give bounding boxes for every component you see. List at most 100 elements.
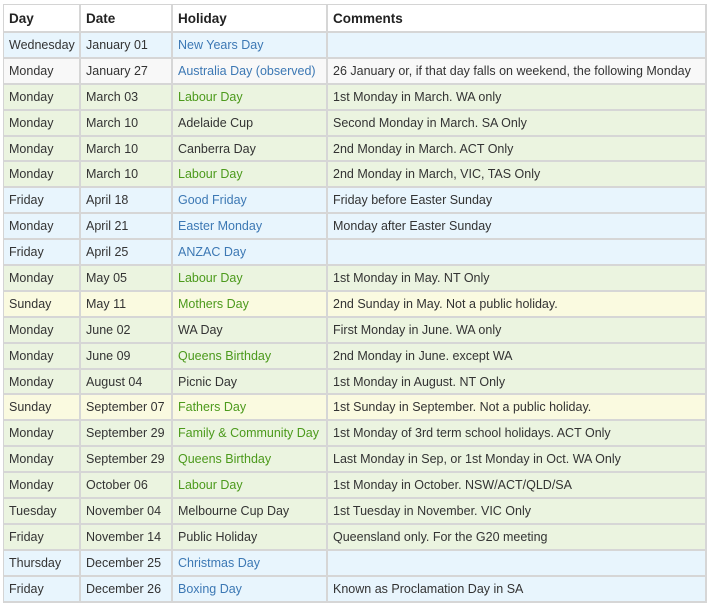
table-row: Tuesday November 04 Melbourne Cup Day 1st T… [4, 499, 707, 525]
cell-day: Monday [4, 421, 81, 448]
cell-date: March 10 [81, 110, 173, 137]
cell-date: March 03 [81, 84, 173, 111]
table-row: Sunday May 11 Mothers Day 2nd Sunday in May… [4, 291, 707, 318]
cell-holiday: Labour Day [173, 266, 328, 292]
cell-day: Wednesday [4, 33, 81, 59]
cell-holiday: Melbourne Cup Day [173, 499, 328, 525]
table-row: Monday September 29 Family & Community Day… [4, 421, 707, 448]
cell-date: November 14 [81, 524, 173, 551]
cell-comments: 1st Monday in March. WA only [328, 84, 707, 111]
table-row: Monday June 09 Queens Birthday 2nd Monday i… [4, 343, 707, 370]
cell-holiday: Adelaide Cup [173, 110, 328, 137]
cell-holiday: Queens Birthday [173, 343, 328, 370]
cell-date: October 06 [81, 473, 173, 500]
cell-day: Monday [4, 110, 81, 137]
cell-day: Sunday [4, 291, 81, 318]
cell-day: Friday [4, 576, 81, 603]
cell-day: Monday [4, 58, 81, 85]
table-row: Wednesday January 01 New Years Day [4, 33, 707, 59]
cell-holiday: Boxing Day [173, 576, 328, 603]
holidays-table: Day Date Holiday Comments Wednesday Janua… [3, 4, 707, 603]
cell-holiday: Easter Monday [173, 214, 328, 241]
header-row: Day Date Holiday Comments [4, 5, 707, 33]
cell-holiday: Labour Day [173, 473, 328, 500]
cell-day: Monday [4, 84, 81, 111]
cell-day: Friday [4, 524, 81, 551]
cell-day: Monday [4, 447, 81, 474]
header-day: Day [4, 5, 81, 33]
cell-comments: 2nd Monday in June. except WA [328, 343, 707, 370]
table-header: Day Date Holiday Comments [4, 5, 707, 33]
table-row: Monday March 10 Labour Day 2nd Monday in Ma… [4, 162, 707, 189]
table-row: Monday January 27 Australia Day (observed)… [4, 58, 707, 85]
table-row: Thursday December 25 Christmas Day [4, 550, 707, 577]
cell-comments: 1st Monday in October. NSW/ACT/QLD/SA [328, 473, 707, 500]
cell-holiday: Good Friday [173, 188, 328, 215]
cell-date: May 11 [81, 291, 173, 318]
header-date: Date [81, 5, 173, 33]
table-row: Monday October 06 Labour Day 1st Monday in … [4, 473, 707, 500]
table-row: Monday April 21 Easter Monday Monday after … [4, 214, 707, 241]
cell-holiday: Family & Community Day [173, 421, 328, 448]
cell-date: April 21 [81, 214, 173, 241]
cell-date: September 29 [81, 421, 173, 448]
header-holiday: Holiday [173, 5, 328, 33]
table-row: Monday May 05 Labour Day 1st Monday in May.… [4, 266, 707, 292]
cell-day: Friday [4, 240, 81, 267]
table-row: Friday December 26 Boxing Day Known as Proc… [4, 576, 707, 603]
cell-comments: 26 January or, if that day falls on week… [328, 58, 707, 85]
cell-date: January 01 [81, 33, 173, 59]
cell-holiday: Mothers Day [173, 291, 328, 318]
cell-comments: 1st Tuesday in November. VIC Only [328, 499, 707, 525]
table-row: Monday March 03 Labour Day 1st Monday in Ma… [4, 84, 707, 111]
cell-holiday: Queens Birthday [173, 447, 328, 474]
cell-day: Thursday [4, 550, 81, 577]
cell-date: September 29 [81, 447, 173, 474]
cell-comments: Queensland only. For the G20 meeting [328, 524, 707, 551]
table-row: Friday April 18 Good Friday Friday before E… [4, 188, 707, 215]
cell-day: Monday [4, 317, 81, 344]
cell-comments: 2nd Sunday in May. Not a public holiday. [328, 291, 707, 318]
table-row: Friday April 25 ANZAC Day [4, 240, 707, 267]
cell-comments: Friday before Easter Sunday [328, 188, 707, 215]
cell-date: August 04 [81, 369, 173, 396]
cell-day: Tuesday [4, 499, 81, 525]
cell-holiday: WA Day [173, 317, 328, 344]
cell-date: January 27 [81, 58, 173, 85]
cell-day: Monday [4, 343, 81, 370]
cell-date: May 05 [81, 266, 173, 292]
cell-comments: 2nd Monday in March. ACT Only [328, 136, 707, 163]
cell-date: September 07 [81, 395, 173, 422]
cell-date: April 18 [81, 188, 173, 215]
cell-holiday: New Years Day [173, 33, 328, 59]
cell-day: Monday [4, 162, 81, 189]
cell-holiday: Australia Day (observed) [173, 58, 328, 85]
cell-holiday: Labour Day [173, 162, 328, 189]
cell-day: Friday [4, 188, 81, 215]
cell-holiday: Christmas Day [173, 550, 328, 577]
cell-comments: Second Monday in March. SA Only [328, 110, 707, 137]
table-row: Monday March 10 Canberra Day 2nd Monday in … [4, 136, 707, 163]
cell-comments [328, 240, 707, 267]
cell-day: Monday [4, 136, 81, 163]
cell-comments: 1st Sunday in September. Not a public ho… [328, 395, 707, 422]
table-row: Monday August 04 Picnic Day 1st Monday in A… [4, 369, 707, 396]
cell-comments: Monday after Easter Sunday [328, 214, 707, 241]
cell-day: Monday [4, 369, 81, 396]
cell-day: Monday [4, 473, 81, 500]
table-row: Friday November 14 Public Holiday Queenslan… [4, 524, 707, 551]
cell-comments [328, 550, 707, 577]
cell-date: December 25 [81, 550, 173, 577]
cell-date: June 02 [81, 317, 173, 344]
table-row: Monday September 29 Queens Birthday Last Mo… [4, 447, 707, 474]
cell-comments: First Monday in June. WA only [328, 317, 707, 344]
cell-comments: 2nd Monday in March, VIC, TAS Only [328, 162, 707, 189]
table-row: Monday March 10 Adelaide Cup Second Monday … [4, 110, 707, 137]
table-row: Monday June 02 WA Day First Monday in June.… [4, 317, 707, 344]
cell-date: November 04 [81, 499, 173, 525]
cell-comments: 1st Monday in August. NT Only [328, 369, 707, 396]
table-body: Wednesday January 01 New Years Day Monday Ja… [4, 33, 707, 603]
cell-holiday: ANZAC Day [173, 240, 328, 267]
cell-comments: 1st Monday in May. NT Only [328, 266, 707, 292]
cell-date: March 10 [81, 162, 173, 189]
